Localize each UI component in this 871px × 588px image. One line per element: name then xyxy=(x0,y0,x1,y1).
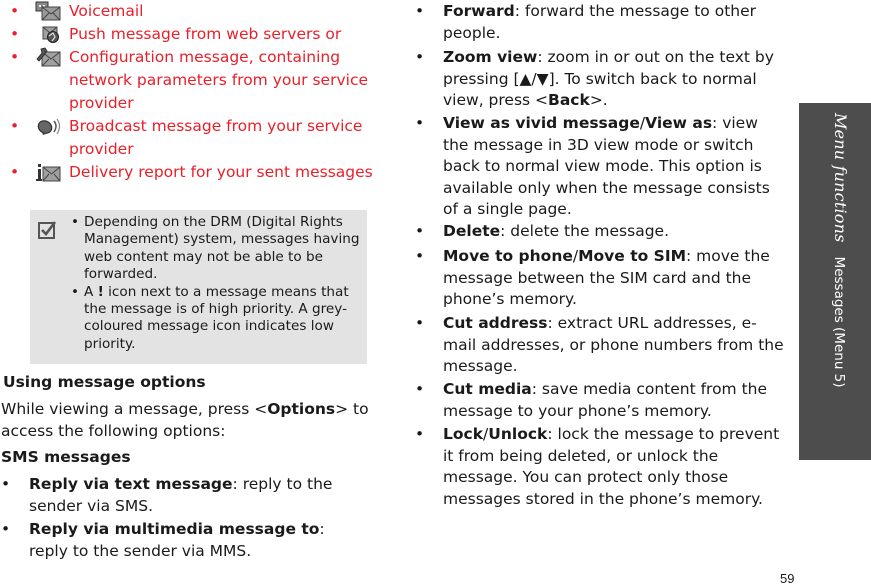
bullet: • xyxy=(10,2,20,20)
bullet: • xyxy=(415,247,425,265)
delivery-report-icon xyxy=(34,162,62,182)
page-number: 59 xyxy=(780,571,795,586)
section-title-side: Messages (Menu 5) xyxy=(831,256,847,388)
option-term: Zoom view xyxy=(443,48,538,66)
section-intro: While viewing a message, press <Options>… xyxy=(1,400,369,440)
option-zoom-view: • Zoom view: zoom in or out on the text b… xyxy=(415,48,774,109)
icon-list-item-broadcast: • Broadcast message from your service pr… xyxy=(0,115,375,161)
option-term-alt: Unlock xyxy=(488,425,548,443)
bullet: • xyxy=(10,163,20,181)
option-term-alt: Move to SIM xyxy=(578,247,687,265)
icon-list-item-delivery-report: • Delivery report for your sent messages xyxy=(0,161,375,184)
broadcast-message-icon xyxy=(34,116,62,136)
icon-list-label: Configuration message, containing networ… xyxy=(69,48,369,112)
bullet: • xyxy=(415,48,425,66)
option-move-to-phone: • Move to phone/Move to SIM: move the mes… xyxy=(415,247,770,308)
side-tab-text: Menu functions Messages (Menu 5) xyxy=(831,113,850,388)
option-term: Reply via multimedia message to xyxy=(29,520,320,538)
option-term: Delete xyxy=(443,222,501,240)
option-term: Cut address xyxy=(443,314,548,332)
note-box: • Depending on the DRM (Digital Rights Ma… xyxy=(30,210,367,364)
option-lock-unlock: • Lock/Unlock: lock the message to preven… xyxy=(415,425,780,508)
bullet: • xyxy=(415,114,425,132)
back-softkey: Back xyxy=(548,91,590,109)
option-term: Lock xyxy=(443,425,484,443)
option-forward: • Forward: forward the message to other p… xyxy=(415,1,785,44)
bullet: • xyxy=(415,222,425,240)
option-view-as-vivid: • View as vivid message/View as: view the… xyxy=(415,114,770,218)
push-message-icon xyxy=(34,24,62,44)
icon-list-label: Voicemail xyxy=(69,2,144,20)
bullet: • xyxy=(10,117,20,135)
checkbox-note-icon xyxy=(38,221,57,239)
icon-list-label: Push message from web servers or xyxy=(69,25,342,43)
section-title: Using message options xyxy=(3,373,206,391)
bullet: • xyxy=(415,380,425,398)
note-item: • Depending on the DRM (Digital Rights Ma… xyxy=(71,214,360,283)
bullet: • xyxy=(10,48,20,66)
option-term: Move to phone xyxy=(443,247,573,265)
option-term: Cut media xyxy=(443,380,532,398)
note-item: • A ! icon next to a message means that t… xyxy=(71,283,349,352)
bullet: • xyxy=(415,314,425,332)
bullet: • xyxy=(10,25,20,43)
option-reply-via-text: • Reply via text message: reply to the se… xyxy=(0,474,345,517)
chapter-title: Menu functions xyxy=(831,113,850,243)
option-term: Forward xyxy=(443,2,515,20)
icon-list-item-configuration: • Configuration message, containing netw… xyxy=(0,46,375,115)
chapter-side-tab: Menu functions Messages (Menu 5) xyxy=(799,103,871,460)
sms-messages-heading: SMS messages xyxy=(1,448,131,466)
bullet: • xyxy=(415,2,425,20)
options-softkey: Options xyxy=(267,400,336,418)
icon-list-label: Delivery report for your sent messages xyxy=(69,163,373,181)
option-cut-address: • Cut address: extract URL addresses, e-m… xyxy=(415,313,785,378)
bullet: • xyxy=(1,475,11,493)
option-term: Reply via text message xyxy=(29,475,233,493)
bullet: • xyxy=(71,283,80,300)
option-term-alt: View as xyxy=(645,114,713,132)
bullet: • xyxy=(1,520,11,538)
option-reply-via-multimedia: • Reply via multimedia message to: reply … xyxy=(0,519,345,562)
option-delete: • Delete: delete the message. xyxy=(415,221,785,243)
message-type-icon-list: • Voicemail • Push message from web serv… xyxy=(0,0,375,184)
bullet: • xyxy=(415,425,425,443)
icon-list-item-push-message: • Push message from web servers or xyxy=(0,23,375,46)
option-term: View as vivid message xyxy=(443,114,640,132)
option-desc: : delete the message. xyxy=(500,222,669,240)
option-cut-media: • Cut media: save media content from the … xyxy=(415,379,785,422)
icon-list-item-voicemail: • Voicemail xyxy=(0,0,375,23)
voicemail-icon xyxy=(34,1,62,21)
configuration-message-icon xyxy=(34,47,62,67)
icon-list-label: Broadcast message from your service prov… xyxy=(69,117,363,158)
bullet: • xyxy=(71,214,80,230)
note-list: • Depending on the DRM (Digital Rights Ma… xyxy=(71,214,374,353)
